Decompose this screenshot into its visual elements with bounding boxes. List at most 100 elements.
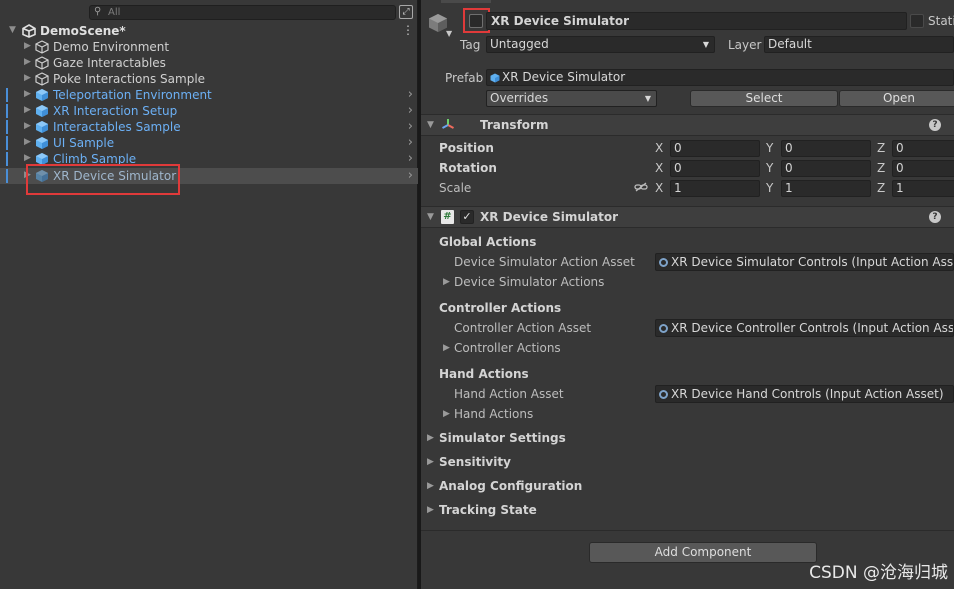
fold-arrow-icon[interactable]: ▼ — [427, 212, 434, 222]
section-foldout[interactable]: Tracking State — [439, 503, 537, 517]
expand-arrow-icon[interactable]: ▶ — [24, 137, 31, 147]
axis-label[interactable]: Z — [877, 161, 885, 175]
select-button[interactable]: Select — [690, 90, 838, 107]
axis-label[interactable]: Y — [766, 181, 773, 195]
chevron-right-icon[interactable]: › — [408, 168, 413, 183]
chevron-right-icon[interactable]: › — [408, 151, 413, 166]
expand-arrow-icon[interactable]: ▶ — [24, 121, 31, 131]
prefab-override-bar — [6, 169, 8, 183]
help-icon[interactable]: ? — [929, 119, 941, 131]
device-actions-foldout[interactable]: Device Simulator Actions — [454, 275, 604, 289]
global-actions-header: Global Actions — [439, 235, 537, 249]
controller-asset-field[interactable]: XR Device Controller Controls (Input Act… — [655, 319, 954, 337]
hand-asset-field[interactable]: XR Device Hand Controls (Input Action As… — [655, 385, 954, 403]
device-asset-field[interactable]: XR Device Simulator Controls (Input Acti… — [655, 253, 954, 271]
hierarchy-item-label: Demo Environment — [53, 40, 170, 54]
hand-asset-value: XR Device Hand Controls (Input Action As… — [671, 387, 944, 401]
watermark-text: CSDN @沧海归城 — [809, 563, 948, 583]
add-component-button[interactable]: Add Component — [589, 542, 817, 563]
hand-actions-foldout[interactable]: Hand Actions — [454, 407, 533, 421]
expand-arrow-icon[interactable]: ▶ — [24, 41, 31, 51]
hierarchy-item-label: Gaze Interactables — [53, 56, 166, 70]
hierarchy-tab-edge — [30, 0, 70, 2]
transform-gizmo-icon — [442, 119, 454, 129]
transform-rotation-label: Rotation — [439, 161, 497, 175]
expand-arrow-icon[interactable]: ▶ — [427, 457, 434, 467]
prefab-label: Prefab — [445, 71, 484, 85]
transform-rotation-y-field[interactable]: 0 — [781, 160, 871, 177]
transform-header[interactable]: ▼ Transform ? — [421, 114, 954, 136]
axis-label[interactable]: X — [655, 141, 663, 155]
transform-rotation-x-field[interactable]: 0 — [670, 160, 760, 177]
open-button[interactable]: Open — [839, 90, 954, 107]
chevron-right-icon[interactable]: › — [408, 87, 413, 102]
section-foldout[interactable]: Sensitivity — [439, 455, 511, 469]
axis-label[interactable]: Y — [766, 141, 773, 155]
transform-scale-x-field[interactable]: 1 — [670, 180, 760, 197]
expand-arrow-icon[interactable]: ▶ — [24, 89, 31, 99]
icon-dropdown-icon[interactable]: ▼ — [446, 29, 452, 38]
transform-position-y-field[interactable]: 0 — [781, 140, 871, 157]
hierarchy-item-label: Poke Interactions Sample — [53, 72, 206, 86]
separator — [421, 530, 954, 531]
tag-dropdown[interactable]: Untagged ▼ — [486, 36, 715, 53]
hierarchy-item[interactable]: ▶ Interactables Sample › — [0, 119, 418, 135]
expand-arrow-icon[interactable]: ▶ — [24, 153, 31, 163]
kebab-menu-icon[interactable]: ⋮ — [402, 23, 414, 37]
transform-scale-z-field[interactable]: 1 — [892, 180, 954, 197]
axis-label[interactable]: X — [655, 181, 663, 195]
expand-arrow-icon[interactable]: ▶ — [443, 343, 450, 353]
prefab-cube-icon — [36, 121, 48, 133]
chevron-right-icon[interactable]: › — [408, 103, 413, 118]
xr-device-simulator-header[interactable]: ▼ # ✓ XR Device Simulator ? — [421, 206, 954, 228]
expand-arrow-icon[interactable]: ▶ — [443, 277, 450, 287]
overrides-dropdown[interactable]: Overrides ▼ — [486, 90, 657, 107]
gameobject-cube-icon — [35, 56, 49, 70]
layer-dropdown[interactable]: Default — [764, 36, 954, 53]
static-checkbox[interactable] — [910, 14, 924, 28]
hierarchy-item[interactable]: ▶ Demo Environment — [0, 39, 418, 55]
axis-label[interactable]: Y — [766, 161, 773, 175]
expand-arrow-icon[interactable]: ▶ — [24, 105, 31, 115]
expand-arrow-icon[interactable]: ▶ — [427, 481, 434, 491]
prefab-override-bar — [6, 152, 8, 166]
hierarchy-item[interactable]: ▶ Gaze Interactables — [0, 55, 418, 71]
axis-label[interactable]: X — [655, 161, 663, 175]
expand-arrow-icon[interactable]: ▼ — [9, 25, 16, 35]
object-name-field[interactable]: XR Device Simulator — [486, 12, 907, 30]
hierarchy-expand-button[interactable]: ⤢ — [399, 5, 413, 19]
help-icon[interactable]: ? — [929, 211, 941, 223]
expand-arrow-icon[interactable]: ▶ — [24, 73, 31, 83]
section-foldout[interactable]: Simulator Settings — [439, 431, 566, 445]
expand-arrow-icon[interactable]: ▶ — [427, 433, 434, 443]
hierarchy-item[interactable]: ▶ UI Sample › — [0, 135, 418, 151]
hierarchy-search-input[interactable]: ⚲ All — [89, 5, 396, 20]
prefab-field[interactable]: XR Device Simulator — [486, 69, 954, 86]
component-enabled-checkbox[interactable]: ✓ — [460, 210, 474, 224]
object-name-value: XR Device Simulator — [491, 14, 630, 28]
inspector-tab-edge — [441, 0, 491, 3]
hierarchy-item-label: Interactables Sample — [53, 120, 181, 134]
axis-label[interactable]: Z — [877, 141, 885, 155]
transform-scale-y-field[interactable]: 1 — [781, 180, 871, 197]
hand-asset-label: Hand Action Asset — [454, 387, 564, 401]
expand-arrow-icon[interactable]: ▶ — [443, 409, 450, 419]
fold-arrow-icon[interactable]: ▼ — [427, 120, 434, 130]
prefab-override-bar — [6, 120, 8, 134]
transform-position-x-field[interactable]: 0 — [670, 140, 760, 157]
transform-position-z-field[interactable]: 0 — [892, 140, 954, 157]
hierarchy-item[interactable]: ▶ Poke Interactions Sample — [0, 71, 418, 87]
active-checkbox[interactable] — [469, 14, 483, 28]
hierarchy-item[interactable]: ▶ XR Interaction Setup › — [0, 103, 418, 119]
expand-arrow-icon[interactable]: ▶ — [427, 505, 434, 515]
scene-row[interactable]: ▼ DemoScene* ⋮ — [0, 23, 418, 39]
expand-arrow-icon[interactable]: ▶ — [24, 57, 31, 67]
chevron-right-icon[interactable]: › — [408, 119, 413, 134]
controller-actions-foldout[interactable]: Controller Actions — [454, 341, 561, 355]
transform-rotation-z-field[interactable]: 0 — [892, 160, 954, 177]
chevron-right-icon[interactable]: › — [408, 135, 413, 150]
axis-label[interactable]: Z — [877, 181, 885, 195]
section-foldout[interactable]: Analog Configuration — [439, 479, 582, 493]
hierarchy-item[interactable]: ▶ Teleportation Environment › — [0, 87, 418, 103]
constrain-proportions-icon[interactable] — [634, 182, 648, 192]
